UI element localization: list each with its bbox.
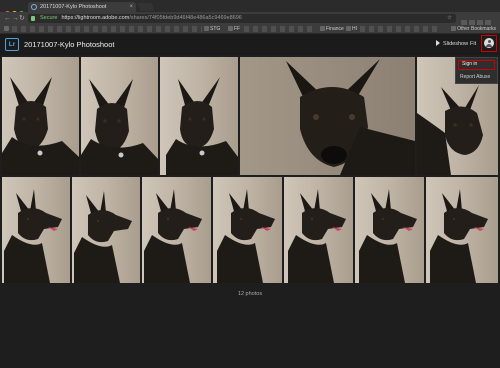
dog-photo	[144, 189, 202, 283]
album-title: 20171007-Kylo Photoshoot	[24, 40, 115, 49]
sign-in-menu-item[interactable]: Sign in	[458, 60, 495, 70]
app-header: Lr 20171007-Kylo Photoshoot Slideshow Fi…	[0, 34, 500, 55]
dog-photo	[81, 79, 158, 175]
url-path: /shares/74f05fdeb9d46f48e486a5c9469e8696	[129, 15, 242, 21]
photo-count: 12 photos	[237, 291, 263, 297]
photo-thumbnail[interactable]	[355, 177, 424, 283]
photo-grid	[0, 55, 500, 285]
bookmarks-bar: STG FF Finance HI Other Bookmarks	[0, 25, 500, 34]
slideshow-label: Slideshow	[443, 41, 469, 47]
photo-thumbnail[interactable]	[240, 57, 415, 175]
bookmark-favicons[interactable]	[360, 26, 440, 32]
photo-thumbnail[interactable]	[213, 177, 282, 283]
slideshow-button[interactable]: Slideshow	[436, 39, 468, 50]
reload-icon[interactable]: ↻	[19, 14, 25, 23]
bookmark-star-icon[interactable]: ☆	[447, 14, 452, 23]
forward-icon[interactable]: →	[12, 14, 19, 23]
close-tab-icon[interactable]: ×	[129, 2, 133, 12]
photo-thumbnail[interactable]	[2, 57, 79, 175]
bookmark-item[interactable]: STG	[204, 25, 220, 33]
photo-thumbnail[interactable]	[160, 57, 238, 175]
browser-tab-strip: 20171007-Kylo Photoshoot ×	[0, 0, 500, 16]
photo-thumbnail[interactable]	[284, 177, 353, 283]
photo-thumbnail[interactable]	[81, 57, 158, 175]
dog-photo	[4, 189, 62, 283]
dog-photo	[217, 189, 275, 283]
account-menu: Sign in Report Abuse	[455, 57, 498, 84]
play-icon	[436, 40, 440, 46]
photo-thumbnail[interactable]	[142, 177, 211, 283]
account-button[interactable]	[481, 35, 497, 52]
new-tab-button[interactable]	[137, 3, 155, 11]
tab-title: 20171007-Kylo Photoshoot	[40, 4, 107, 10]
dog-photo	[166, 77, 238, 175]
dog-photo	[359, 189, 417, 283]
dog-photo	[430, 189, 488, 283]
bookmark-item[interactable]: Finance	[320, 25, 344, 33]
bookmark-favicons[interactable]	[244, 26, 314, 32]
address-bar[interactable]: Secure https://lightroom.adobe.com/shares…	[28, 14, 456, 23]
other-bookmarks[interactable]: Other Bookmarks	[451, 25, 496, 33]
lightroom-favicon-icon	[31, 4, 37, 10]
bookmark-item[interactable]: HI	[346, 25, 357, 33]
fit-button[interactable]: Fit	[470, 39, 476, 50]
dog-photo	[74, 191, 132, 283]
dog-photo	[2, 77, 79, 175]
photo-thumbnail[interactable]	[72, 177, 140, 283]
browser-toolbar: ← → ↻ Secure https://lightroom.adobe.com/…	[0, 12, 500, 26]
extension-icons	[460, 14, 496, 26]
lock-icon	[31, 16, 35, 21]
photo-thumbnail[interactable]	[2, 177, 70, 283]
browser-tab[interactable]: 20171007-Kylo Photoshoot ×	[28, 2, 136, 12]
dog-photo	[286, 59, 415, 175]
report-abuse-menu-item[interactable]: Report Abuse	[460, 73, 490, 81]
bookmark-favicons[interactable]	[12, 26, 202, 32]
photo-thumbnail[interactable]	[426, 177, 498, 283]
bookmark-item[interactable]: FF	[228, 25, 240, 33]
url-host: https://lightroom.adobe.com	[61, 15, 130, 21]
lightroom-logo[interactable]: Lr	[5, 38, 19, 51]
back-icon[interactable]: ←	[4, 14, 11, 23]
apps-icon[interactable]	[4, 26, 9, 31]
secure-label: Secure	[40, 15, 58, 21]
user-avatar-icon	[484, 38, 494, 48]
dog-photo	[288, 189, 346, 283]
